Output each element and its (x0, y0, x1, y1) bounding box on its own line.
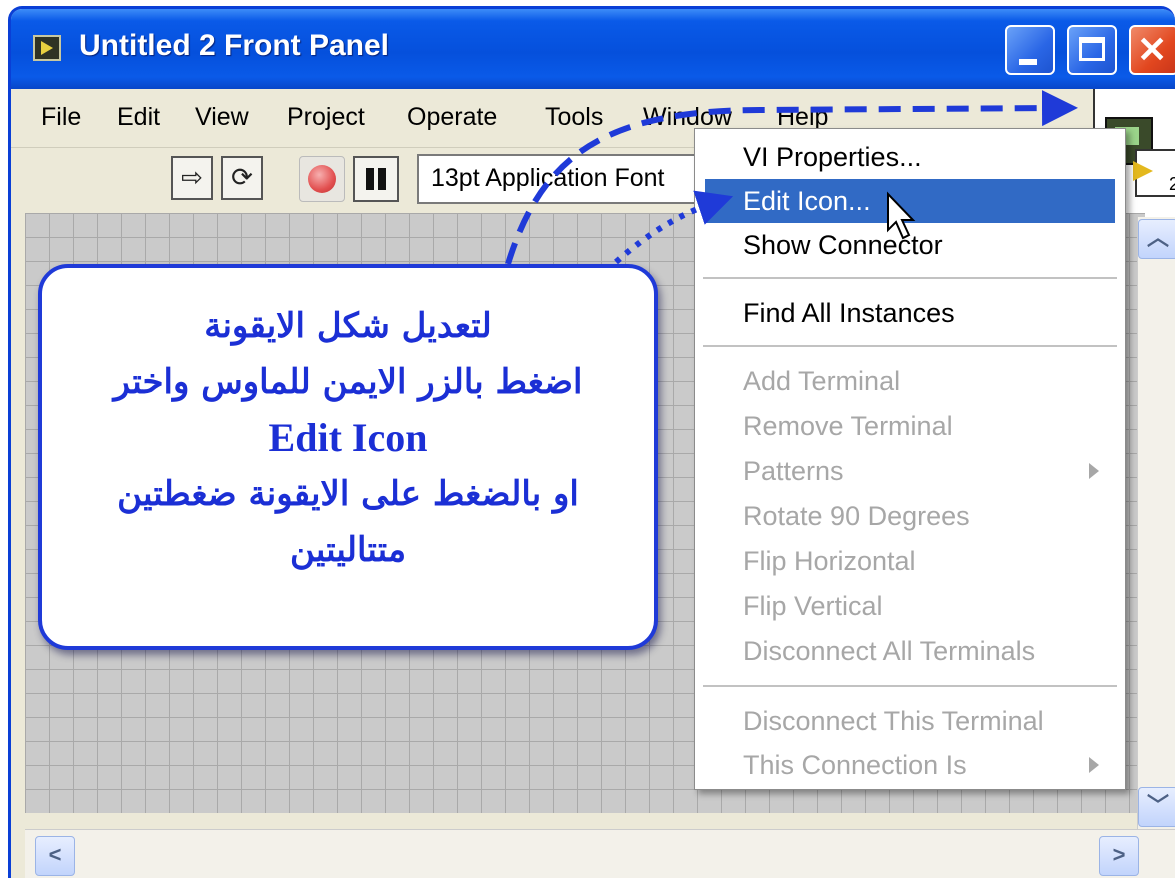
menu-separator (703, 685, 1117, 688)
menu-item-add-terminal: Add Terminal (743, 366, 901, 396)
scroll-up-button[interactable]: ︿ (1138, 219, 1175, 259)
menu-item-edit-icon[interactable]: Edit Icon... (705, 179, 1115, 223)
labview-app-icon (33, 35, 61, 61)
menu-item-patterns-label: Patterns (743, 456, 844, 486)
vertical-scrollbar[interactable]: ︿ ﹀ (1137, 217, 1175, 829)
menu-item-disconnect-all: Disconnect All Terminals (743, 636, 1036, 666)
run-button[interactable]: ⇨ (171, 156, 213, 200)
menu-item-this-connection-label: This Connection Is (743, 750, 967, 780)
close-icon: ✕ (1137, 29, 1168, 70)
menu-item-rotate-90: Rotate 90 Degrees (743, 501, 970, 531)
chevron-right-icon: > (1112, 842, 1126, 867)
submenu-arrow-icon (1089, 463, 1099, 479)
chevron-down-icon: ﹀ (1146, 793, 1169, 818)
menu-view[interactable]: View (195, 103, 249, 132)
callout-line-1: لتعديل شكل الايقونة (204, 306, 492, 346)
callout-line-2: اضغط بالزر الايمن للماوس واختر (113, 362, 583, 402)
abort-icon (308, 165, 336, 193)
callout-line-3: Edit Icon (268, 415, 428, 460)
menu-separator (703, 345, 1117, 348)
chevron-up-icon: ︿ (1146, 225, 1169, 250)
menu-project[interactable]: Project (287, 103, 365, 132)
maximize-button[interactable] (1067, 25, 1117, 75)
submenu-arrow-icon (1089, 757, 1099, 773)
scroll-down-button[interactable]: ﹀ (1138, 787, 1175, 827)
menu-item-this-connection-is: This Connection Is (705, 743, 1115, 787)
menu-item-disconnect-this: Disconnect This Terminal (743, 706, 1044, 736)
run-arrow-icon: ⇨ (181, 162, 203, 192)
chevron-left-icon: < (48, 842, 62, 867)
menu-item-patterns: Patterns (705, 449, 1115, 493)
instruction-callout: لتعديل شكل الايقونة اضغط بالزر الايمن لل… (38, 264, 658, 650)
menu-separator (703, 277, 1117, 280)
menu-operate[interactable]: Operate (407, 103, 497, 132)
abort-button[interactable] (299, 156, 345, 202)
callout-line-4: او بالضغط على الايقونة ضغطتين (117, 474, 579, 514)
maximize-icon (1079, 37, 1105, 61)
menu-file[interactable]: File (41, 103, 81, 132)
icon-context-menu: VI Properties... Edit Icon... Show Conne… (694, 128, 1126, 790)
connector-pane-icon[interactable]: 2 (1133, 149, 1175, 197)
menu-edit[interactable]: Edit (117, 103, 160, 132)
window-title: Untitled 2 Front Panel (79, 29, 390, 62)
menu-item-vi-properties[interactable]: VI Properties... (705, 135, 1115, 179)
scroll-left-button[interactable]: < (35, 836, 75, 876)
menu-item-show-connector[interactable]: Show Connector (705, 223, 1115, 267)
menu-tools[interactable]: Tools (545, 103, 603, 132)
minimize-icon (1019, 59, 1037, 65)
menu-item-find-all-instances[interactable]: Find All Instances (705, 291, 1115, 335)
title-bar[interactable]: Untitled 2 Front Panel ✕ (11, 9, 1175, 89)
menu-item-remove-terminal: Remove Terminal (743, 411, 953, 441)
pause-button[interactable] (353, 156, 399, 202)
callout-line-5: متتاليتين (289, 530, 407, 570)
minimize-button[interactable] (1005, 25, 1055, 75)
run-continuously-icon: ⟳ (231, 162, 253, 192)
connector-arrow-icon (1133, 161, 1153, 181)
font-selector[interactable]: 13pt Application Font (417, 154, 717, 204)
connector-label: 2 (1169, 174, 1175, 195)
menu-item-flip-horizontal: Flip Horizontal (743, 546, 916, 576)
menu-item-flip-vertical: Flip Vertical (743, 591, 883, 621)
scroll-right-button[interactable]: > (1099, 836, 1139, 876)
horizontal-scrollbar[interactable]: < > (25, 829, 1175, 878)
close-button[interactable]: ✕ (1129, 25, 1175, 75)
run-continuously-button[interactable]: ⟳ (221, 156, 263, 200)
